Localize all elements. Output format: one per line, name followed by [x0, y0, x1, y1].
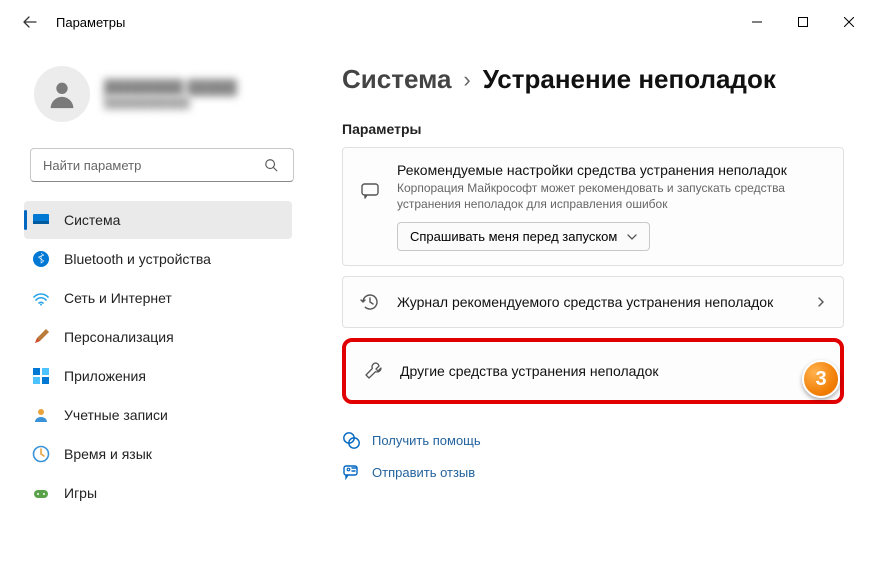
sidebar-item-gaming[interactable]: Игры: [24, 474, 292, 512]
window-controls: [734, 6, 872, 38]
card-desc: Корпорация Майкрософт может рекомендоват…: [397, 180, 827, 212]
annotation-badge: 3: [802, 360, 840, 398]
card-title: Рекомендуемые настройки средства устране…: [397, 162, 827, 178]
breadcrumb-current: Устранение неполадок: [483, 64, 776, 95]
minimize-button[interactable]: [734, 6, 780, 38]
feedback-icon: [342, 463, 360, 481]
sidebar-item-network[interactable]: Сеть и Интернет: [24, 279, 292, 317]
back-arrow-icon: [22, 14, 38, 30]
breadcrumb: Система › Устранение неполадок: [342, 64, 844, 95]
sidebar-item-label: Bluetooth и устройства: [64, 251, 211, 267]
link-text: Отправить отзыв: [372, 465, 475, 480]
chevron-right-icon: [815, 296, 827, 308]
main-content: Система › Устранение неполадок Параметры…: [320, 44, 878, 565]
breadcrumb-parent[interactable]: Система: [342, 64, 451, 95]
nav: Система Bluetooth и устройства Сеть и Ин…: [30, 200, 310, 513]
sidebar-item-apps[interactable]: Приложения: [24, 357, 292, 395]
app-title: Параметры: [56, 15, 125, 30]
link-send-feedback[interactable]: Отправить отзыв: [342, 456, 844, 488]
card-title: Журнал рекомендуемого средства устранени…: [397, 294, 799, 310]
avatar: [34, 66, 90, 122]
card-troubleshoot-history[interactable]: Журнал рекомендуемого средства устранени…: [342, 276, 844, 328]
sidebar-item-bluetooth[interactable]: Bluetooth и устройства: [24, 240, 292, 278]
account-icon: [32, 406, 50, 424]
sidebar-item-label: Учетные записи: [64, 407, 168, 423]
message-icon: [359, 180, 381, 202]
sidebar: ████████ █████ ███████████ Система Bluet…: [0, 44, 320, 565]
monitor-icon: [32, 211, 50, 229]
chevron-down-icon: [627, 232, 637, 242]
search-wrap: [30, 148, 310, 182]
sidebar-item-label: Время и язык: [64, 446, 152, 462]
link-text: Получить помощь: [372, 433, 481, 448]
profile-block[interactable]: ████████ █████ ███████████: [30, 54, 310, 142]
profile-name: ████████ █████: [104, 79, 237, 95]
clock-globe-icon: [32, 445, 50, 463]
search-input[interactable]: [30, 148, 294, 182]
search-icon: [264, 158, 278, 172]
history-icon: [359, 291, 381, 313]
sidebar-item-label: Приложения: [64, 368, 146, 384]
wrench-icon: [362, 360, 384, 382]
sidebar-item-time-language[interactable]: Время и язык: [24, 435, 292, 473]
wifi-icon: [32, 289, 50, 307]
maximize-button[interactable]: [780, 6, 826, 38]
apps-icon: [32, 367, 50, 385]
profile-email: ███████████: [104, 97, 237, 109]
close-button[interactable]: [826, 6, 872, 38]
section-label: Параметры: [342, 121, 844, 137]
back-button[interactable]: [16, 8, 44, 36]
gamepad-icon: [32, 484, 50, 502]
card-title: Другие средства устранения неполадок: [400, 363, 796, 379]
person-icon: [45, 77, 79, 111]
sidebar-item-system[interactable]: Система: [24, 201, 292, 239]
paintbrush-icon: [32, 328, 50, 346]
sidebar-item-label: Игры: [64, 485, 97, 501]
help-icon: [342, 431, 360, 449]
link-get-help[interactable]: Получить помощь: [342, 424, 844, 456]
card-other-troubleshooters[interactable]: Другие средства устранения неполадок: [342, 338, 844, 404]
troubleshoot-preference-dropdown[interactable]: Спрашивать меня перед запуском: [397, 222, 650, 251]
sidebar-item-label: Сеть и Интернет: [64, 290, 172, 306]
help-links: Получить помощь Отправить отзыв: [342, 424, 844, 488]
sidebar-item-label: Система: [64, 212, 120, 228]
dropdown-label: Спрашивать меня перед запуском: [410, 229, 617, 244]
chevron-right-icon: ›: [463, 67, 470, 93]
title-bar: Параметры: [0, 0, 878, 44]
card-recommended-settings: Рекомендуемые настройки средства устране…: [342, 147, 844, 266]
sidebar-item-accounts[interactable]: Учетные записи: [24, 396, 292, 434]
bluetooth-icon: [32, 250, 50, 268]
sidebar-item-personalization[interactable]: Персонализация: [24, 318, 292, 356]
sidebar-item-label: Персонализация: [64, 329, 174, 345]
